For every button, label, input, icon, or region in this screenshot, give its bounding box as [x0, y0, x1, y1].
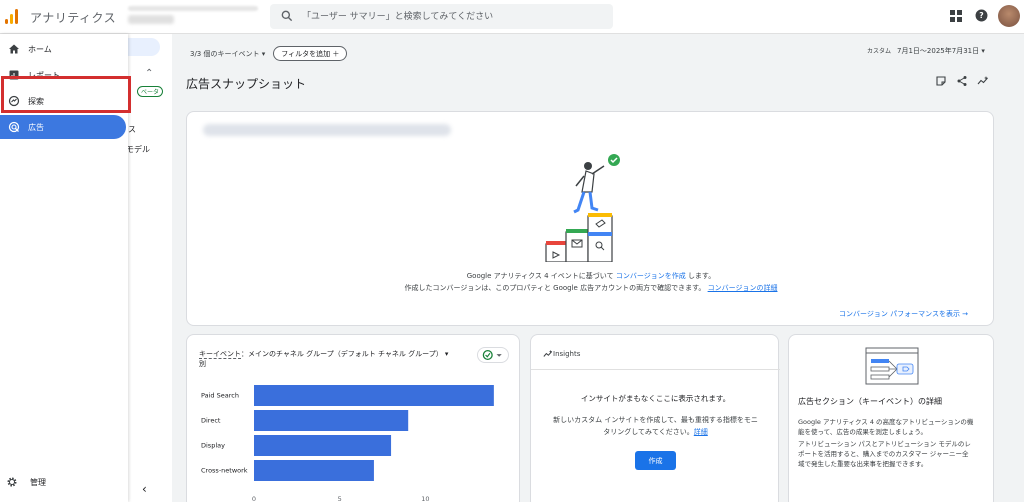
nav-item-home[interactable]: ホーム — [0, 37, 126, 61]
attribution-description-2-line2: ポートを活用すると、購入までのカスタマー ジャーニー全 — [798, 450, 969, 458]
apps-grid-icon[interactable] — [950, 10, 962, 22]
blurred-heading — [203, 124, 451, 136]
bar-direct[interactable] — [254, 410, 409, 431]
nav-item-admin[interactable]: 管理 — [6, 476, 46, 488]
insights-description-1: 新しいカスタム インサイトを作成して、最も重視する指標をモニ — [553, 416, 758, 424]
attribution-description-2: アトリビューション パスとアトリビューション モデルのレ ポートを活用すると、購… — [798, 439, 988, 469]
attribution-card: 広告セクション（キーイベント）の詳細 Google アナリティクス 4 の高度な… — [788, 334, 994, 502]
secondary-sidebar-item[interactable]: モデル — [126, 144, 150, 155]
x-tick-label: 10 — [421, 495, 429, 502]
divider — [531, 369, 780, 370]
insights-description-2-text: タリングしてみてください。 — [603, 428, 694, 436]
conversions-card: Google アナリティクス 4 イベントに基づいて コンバージョンを作成 しま… — [186, 111, 994, 326]
conversion-text-2: 作成したコンバージョンは、このプロパティと Google 広告アカウントの両方で… — [187, 283, 995, 293]
conversion-text-1-pre: Google アナリティクス 4 イベントに基づいて — [466, 272, 614, 280]
nav-item-label: ホーム — [28, 44, 52, 54]
insights-description-2: タリングしてみてください。詳細 — [531, 427, 780, 437]
attribution-description-1-line1: Google アナリティクス 4 の高度なアトリビューションの機 — [798, 418, 974, 426]
attribution-description-1-line2: 能を使って、広告の成果を測定しましょう。 — [798, 428, 927, 436]
chart-title-dimension: ：メインのチャネル グループ（デフォルト チャネル グループ） ▾ — [241, 350, 449, 358]
chart-title[interactable]: キーイベント：メインのチャネル グループ（デフォルト チャネル グループ） ▾ … — [199, 349, 471, 369]
conversion-text-1: Google アナリティクス 4 イベントに基づいて コンバージョンを作成 しま… — [187, 271, 995, 281]
chevron-up-icon[interactable]: ⌃ — [145, 68, 153, 79]
home-icon — [9, 44, 19, 54]
account-selector[interactable] — [128, 6, 258, 26]
insights-header: Insights — [543, 349, 580, 359]
beta-badge: ベータ — [137, 86, 164, 97]
bar-cross-network[interactable] — [254, 460, 374, 481]
conversion-illustration — [545, 154, 620, 262]
channel-bar-chart: Paid Search Direct Display Cross-network 0 5 1… — [201, 385, 494, 502]
key-events-channel-card: キーイベント：メインのチャネル グループ（デフォルト チャネル グループ） ▾ … — [186, 334, 520, 502]
attribution-description-2-line1: アトリビューション パスとアトリビューション モデルのレ — [798, 440, 971, 448]
search-input[interactable] — [302, 8, 602, 25]
collapse-chevron-icon[interactable]: ‹ — [142, 482, 147, 496]
nav-item-label: 管理 — [30, 477, 46, 487]
insights-card: Insights インサイトがまもなくここに表示されます。 新しいカスタム イン… — [530, 334, 780, 502]
app-title: アナリティクス — [30, 11, 117, 25]
attribution-description-2-line3: 域で発生した重要な出来事を把握できます。 — [798, 460, 928, 468]
date-range-mode: カスタム — [867, 48, 892, 55]
bar-display[interactable] — [254, 435, 392, 456]
secondary-sidebar — [128, 34, 172, 502]
secondary-sidebar-item[interactable]: ス — [128, 124, 136, 135]
page-title: 広告スナップショット — [186, 77, 307, 91]
chart-title-metric: キーイベント — [199, 350, 241, 359]
insights-sparkle-icon — [543, 349, 553, 357]
compare-dropdown[interactable] — [477, 347, 509, 363]
avatar[interactable] — [998, 5, 1020, 27]
x-tick-label: 0 — [252, 495, 256, 502]
gear-icon — [7, 477, 17, 487]
conversion-details-link[interactable]: コンバージョンの詳細 — [708, 284, 778, 292]
bar-category-label: Direct — [201, 417, 221, 425]
attribution-description-1: Google アナリティクス 4 の高度なアトリビューションの機 能を使って、広… — [798, 417, 988, 437]
bar-category-label: Paid Search — [201, 392, 239, 400]
help-icon[interactable]: ? — [975, 9, 988, 22]
insights-sparkle-icon[interactable] — [977, 75, 989, 87]
bar-paid-search[interactable] — [254, 385, 494, 406]
insights-details-link[interactable]: 詳細 — [694, 428, 708, 436]
page-toolbar — [935, 75, 989, 87]
analytics-logo-icon[interactable] — [4, 8, 20, 24]
search-bar[interactable] — [270, 4, 613, 29]
advertising-icon — [8, 121, 20, 133]
x-tick-label: 5 — [338, 495, 342, 502]
attribution-illustration — [865, 347, 919, 385]
share-icon[interactable] — [956, 75, 968, 87]
check-circle-icon — [482, 349, 502, 361]
insights-header-label: Insights — [553, 350, 581, 358]
secondary-sidebar-selected[interactable] — [128, 38, 160, 56]
bar-category-label: Display — [201, 442, 225, 450]
nav-item-advertising[interactable]: 広告 — [0, 115, 126, 139]
bar-category-label: Cross-network — [201, 467, 248, 475]
conversion-text-2-pre: 作成したコンバージョンは、このプロパティと Google 広告アカウントの両方で… — [404, 284, 706, 292]
edit-report-icon[interactable] — [935, 75, 947, 87]
create-conversion-link[interactable]: コンバージョンを作成 — [616, 272, 686, 280]
conversion-text-1-post: します。 — [687, 272, 716, 280]
search-icon — [281, 10, 293, 22]
top-bar: アナリティクス ? — [0, 0, 1024, 34]
create-insight-button[interactable]: 作成 — [635, 451, 676, 470]
highlight-annotation — [1, 76, 131, 113]
view-conversion-performance-link[interactable]: コンバージョン パフォーマンスを表示 → — [839, 309, 968, 319]
date-range-value: 7月1日～2025年7月31日 ▾ — [897, 47, 985, 55]
key-events-dropdown[interactable]: 3/3 個のキーイベント ▾ — [190, 49, 265, 59]
attribution-title: 広告セクション（キーイベント）の詳細 — [798, 397, 942, 406]
svg-text:?: ? — [979, 11, 983, 20]
filter-row: 3/3 個のキーイベント ▾ フィルタを追加 ＋ — [190, 46, 348, 61]
nav-item-label: 広告 — [28, 122, 44, 132]
insights-heading: インサイトがまもなくここに表示されます。 — [580, 394, 731, 403]
chart-title-suffix: 別 — [199, 360, 206, 368]
add-filter-button[interactable]: フィルタを追加 ＋ — [273, 46, 348, 61]
date-range-selector[interactable]: カスタム 7月1日～2025年7月31日 ▾ — [867, 46, 985, 56]
